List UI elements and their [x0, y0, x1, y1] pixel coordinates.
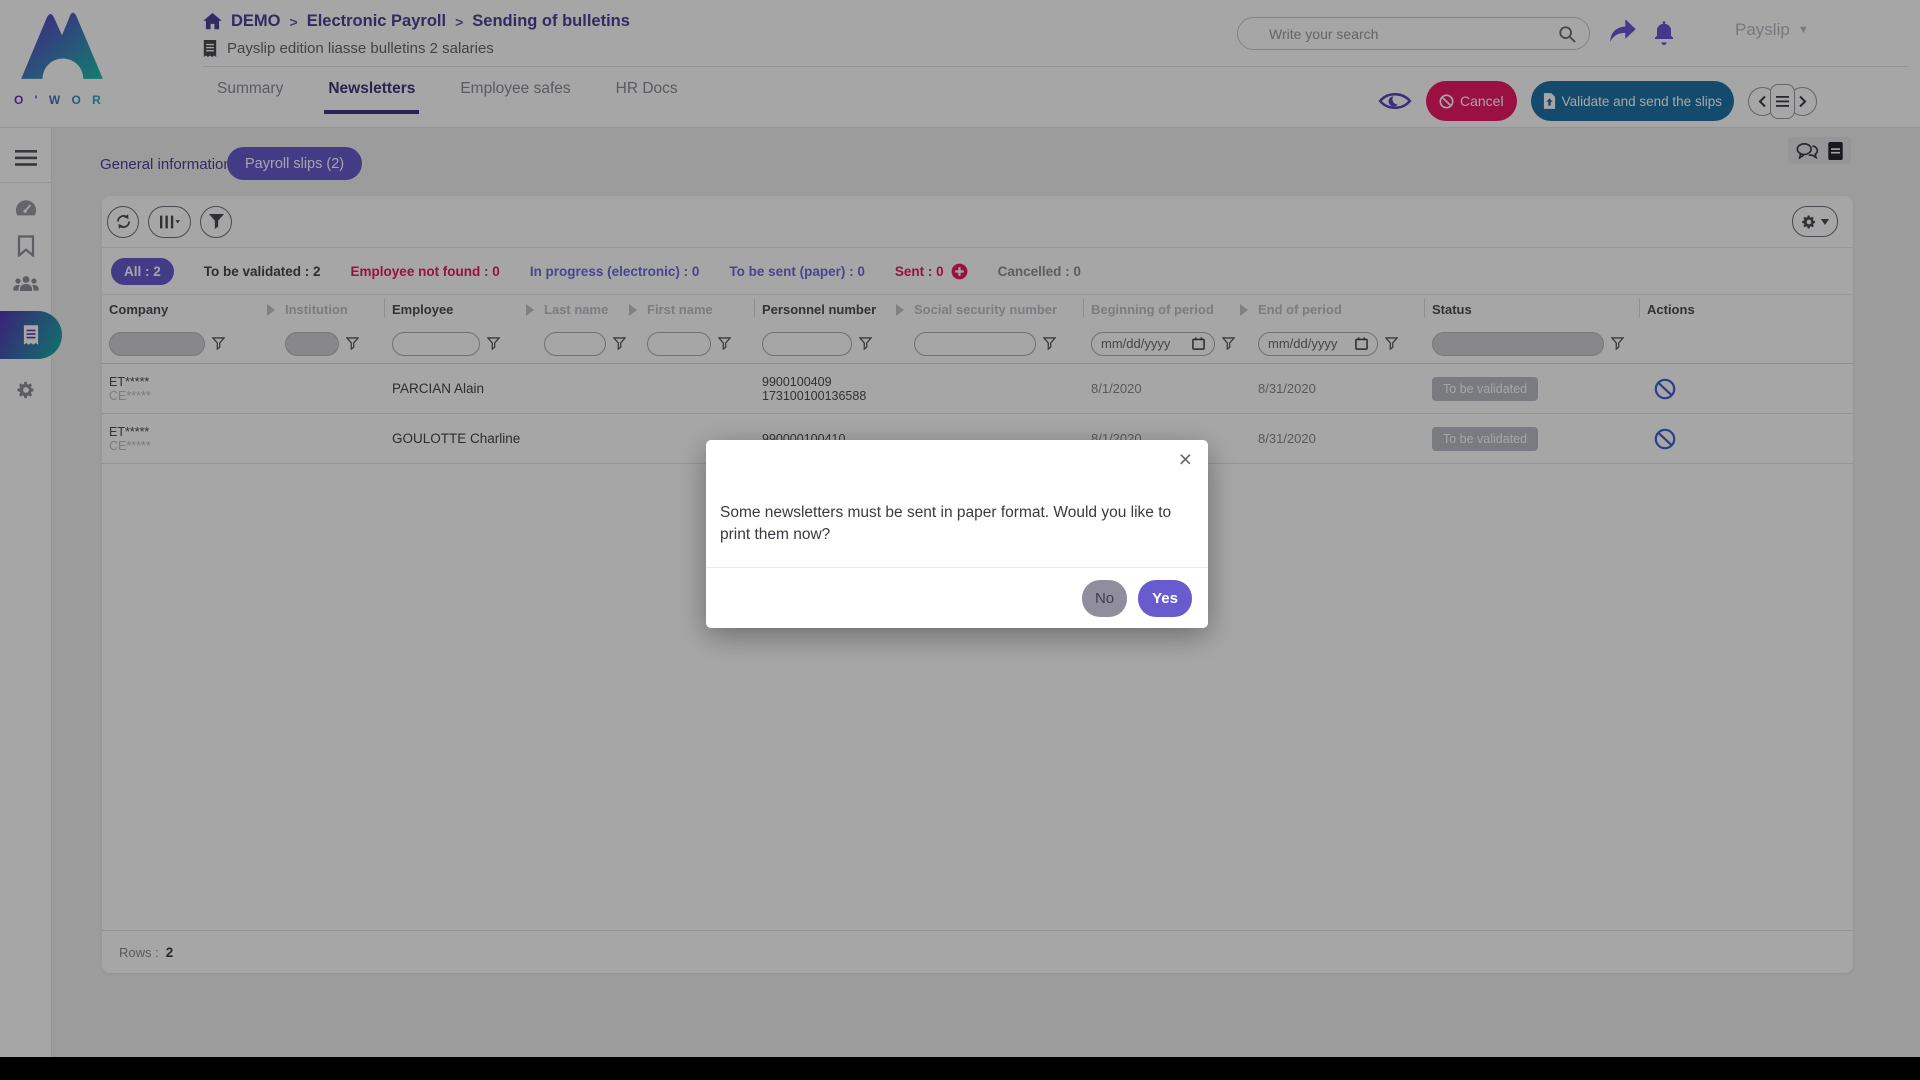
dialog-message: Some newsletters must be sent in paper f…	[720, 502, 1198, 546]
no-button[interactable]: No	[1082, 580, 1127, 617]
print-confirmation-dialog: × Some newsletters must be sent in paper…	[706, 440, 1208, 628]
yes-button[interactable]: Yes	[1138, 580, 1192, 617]
dialog-footer: No Yes	[706, 568, 1208, 628]
close-icon[interactable]: ×	[1179, 446, 1192, 473]
